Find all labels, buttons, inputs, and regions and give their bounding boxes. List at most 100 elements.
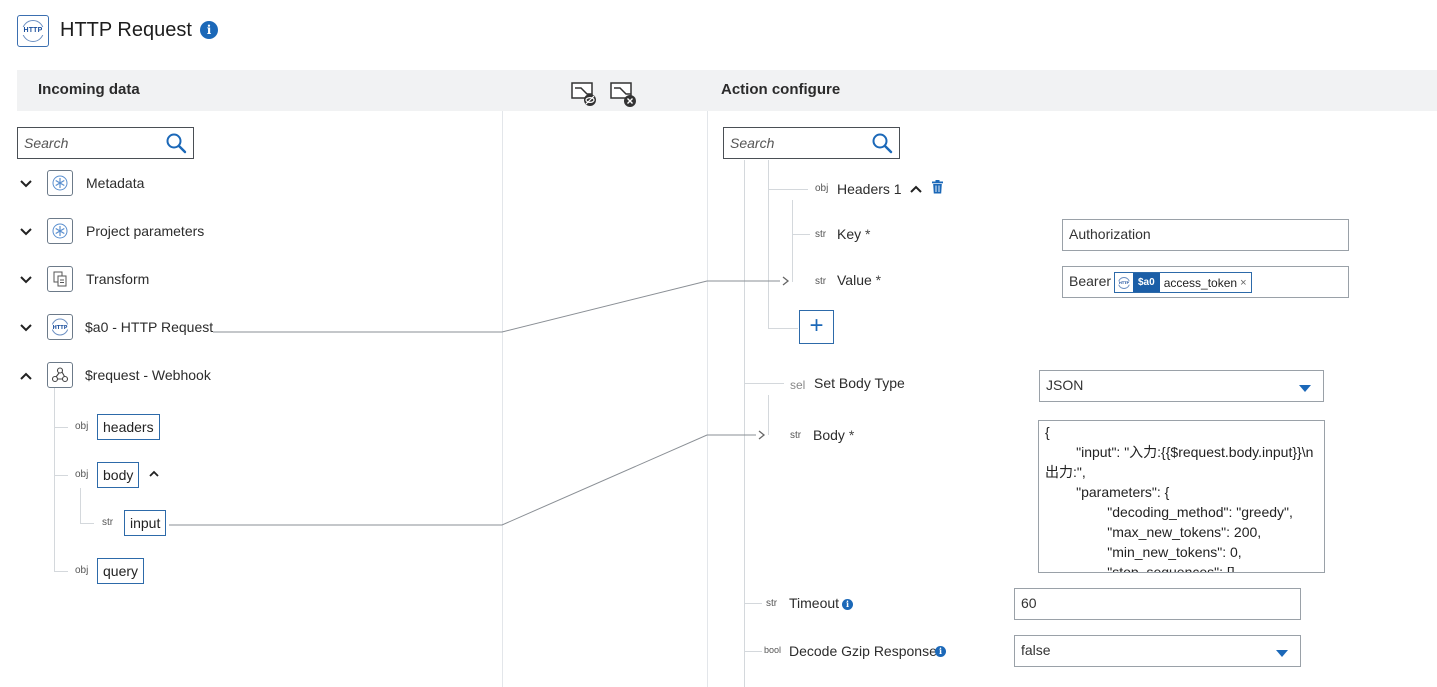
value-prefix-text: Bearer	[1069, 273, 1112, 289]
hide-mapped-icon[interactable]	[571, 82, 599, 108]
trash-icon[interactable]	[931, 180, 944, 194]
action-configure-title: Action configure	[721, 81, 841, 98]
chip-remove-icon[interactable]: ×	[1240, 277, 1250, 289]
body-type-label: Set Body Type	[814, 375, 905, 391]
type-badge: obj	[815, 183, 829, 194]
type-badge: obj	[75, 565, 89, 576]
flower-icon	[47, 170, 73, 196]
tree-line	[54, 475, 68, 476]
chevron-down-icon[interactable]	[19, 321, 33, 335]
body-label-text: Body	[813, 427, 845, 443]
node-metadata[interactable]: Metadata	[86, 174, 144, 192]
tree-line	[768, 328, 798, 329]
tree-line	[768, 395, 769, 435]
required-mark: *	[865, 226, 871, 242]
mapping-line-input-to-body	[169, 434, 756, 526]
tree-line	[744, 383, 784, 384]
type-badge: str	[815, 276, 827, 287]
body-type-select[interactable]: JSON	[1039, 370, 1324, 402]
chevron-down-icon[interactable]	[19, 273, 33, 287]
value-label: Value *	[837, 271, 881, 289]
chevron-right-icon	[758, 430, 766, 440]
chevron-down-icon[interactable]	[19, 225, 33, 239]
mapping-chip[interactable]: HTTP $a0 access_token ×	[1114, 272, 1252, 293]
svg-text:HTTP: HTTP	[53, 325, 68, 331]
body-label: Body *	[813, 426, 854, 444]
http-globe-icon: HTTP	[1115, 273, 1133, 292]
incoming-data-title: Incoming data	[38, 81, 140, 98]
type-badge: str	[790, 430, 802, 441]
body-textarea[interactable]: { "input": "入力:{{$request.body.input}}\n…	[1038, 420, 1325, 573]
caret-down-icon	[1276, 650, 1288, 657]
column-divider-right	[707, 111, 708, 687]
add-header-button[interactable]: +	[799, 310, 834, 344]
timeout-label: Timeout	[789, 595, 840, 611]
tree-line	[768, 189, 808, 190]
tree-line	[54, 427, 68, 428]
column-divider-left	[502, 111, 503, 687]
node-project-parameters[interactable]: Project parameters	[86, 222, 204, 240]
info-icon[interactable]: i	[200, 21, 218, 39]
key-input[interactable]: Authorization	[1062, 219, 1349, 251]
gzip-label: Decode Gzip Response	[789, 643, 937, 659]
chevron-down-icon[interactable]	[19, 177, 33, 191]
field-headers[interactable]: headers	[97, 414, 160, 440]
timeout-input[interactable]: 60	[1014, 588, 1301, 620]
search-icon[interactable]	[165, 132, 187, 154]
required-mark: *	[875, 272, 882, 288]
gzip-select[interactable]: false	[1014, 635, 1301, 667]
node-a0-http-request[interactable]: $a0 - HTTP Request	[85, 318, 213, 336]
http-globe-icon: HTTP	[47, 314, 73, 340]
required-mark: *	[848, 427, 855, 443]
tree-line	[744, 651, 762, 652]
page-title: HTTP Request	[60, 19, 192, 41]
info-icon[interactable]: i	[935, 646, 946, 657]
flower-icon	[47, 218, 73, 244]
tree-line	[744, 603, 762, 604]
key-label: Key *	[837, 225, 870, 243]
http-tag: HTTP	[21, 27, 45, 35]
chip-name: access_token	[1163, 275, 1238, 290]
field-input[interactable]: input	[124, 510, 167, 536]
tree-line	[80, 523, 94, 524]
type-badge: obj	[75, 421, 89, 432]
chevron-up-icon[interactable]	[909, 182, 923, 196]
type-badge: bool	[764, 645, 782, 655]
action-search[interactable]	[723, 127, 900, 159]
chevron-up-icon[interactable]	[147, 467, 161, 481]
key-label-text: Key	[837, 226, 862, 242]
action-search-input[interactable]	[730, 135, 860, 151]
tree-line	[54, 388, 55, 572]
tree-line	[744, 160, 745, 687]
incoming-search-input[interactable]	[24, 135, 154, 151]
type-badge: str	[815, 229, 827, 240]
node-request-webhook[interactable]: $request - Webhook	[85, 366, 211, 384]
body-type-value: JSON	[1046, 377, 1084, 393]
gzip-value: false	[1021, 642, 1051, 658]
tree-line	[792, 234, 810, 235]
svg-text:HTTP: HTTP	[1119, 281, 1130, 285]
transform-icon	[47, 266, 73, 292]
value-input[interactable]: Bearer HTTP $a0 access_token ×	[1062, 266, 1349, 298]
node-transform[interactable]: Transform	[86, 270, 149, 288]
field-query[interactable]: query	[97, 558, 145, 584]
field-body[interactable]: body	[97, 462, 140, 488]
type-badge: obj	[75, 469, 89, 480]
type-badge: sel	[790, 378, 806, 392]
headers-group-label: Headers 1	[837, 181, 902, 197]
info-icon[interactable]: i	[842, 599, 853, 610]
http-request-app-icon: HTTP	[17, 15, 49, 47]
timeout-value: 60	[1021, 595, 1037, 611]
chevron-up-icon[interactable]	[19, 369, 33, 383]
type-badge: str	[102, 517, 114, 528]
tree-line	[80, 488, 81, 524]
chevron-right-icon	[782, 276, 790, 286]
caret-down-icon	[1299, 385, 1311, 392]
incoming-search[interactable]	[17, 127, 194, 159]
value-label-text: Value	[837, 272, 872, 288]
webhook-icon	[47, 362, 73, 388]
clear-mappings-icon[interactable]	[610, 82, 638, 108]
search-icon[interactable]	[871, 132, 893, 154]
tree-line	[768, 160, 769, 328]
chip-ref: $a0	[1133, 273, 1160, 292]
